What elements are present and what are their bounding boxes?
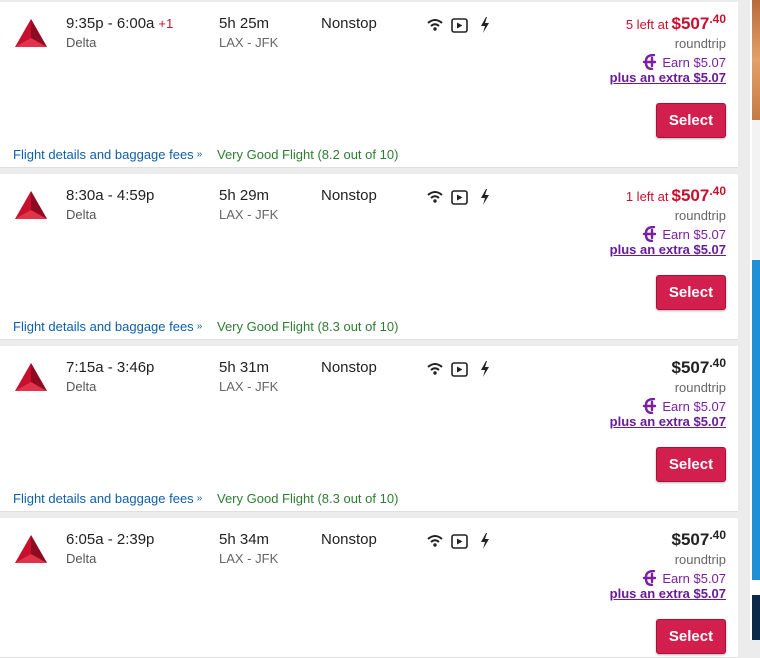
flight-times: 6:05a - 2:39p xyxy=(66,531,155,548)
trip-type: roundtrip xyxy=(674,208,726,223)
airline-name: Delta xyxy=(66,551,97,566)
price-amount: $507.40 xyxy=(671,356,726,377)
seats-left: 5 left at xyxy=(625,17,669,32)
rewards-earn: Earn $5.07 xyxy=(642,398,726,414)
price-amount: $507.40 xyxy=(671,528,726,549)
video-icon xyxy=(451,361,468,377)
wifi-icon xyxy=(426,189,443,205)
power-icon xyxy=(476,17,493,33)
rewards-extra-link[interactable]: plus an extra $5.07 xyxy=(610,414,726,429)
flight-card: 6:05a - 2:39p Delta 5h 34m LAX - JFK Non… xyxy=(0,518,738,658)
rewards-extra-link[interactable]: plus an extra $5.07 xyxy=(610,586,726,601)
seats-left: 1 left at xyxy=(625,189,669,204)
rewards-icon xyxy=(643,570,657,586)
amenities xyxy=(426,189,493,205)
side-ad-image xyxy=(752,0,760,120)
flight-route: LAX - JFK xyxy=(219,207,279,222)
flight-times: 8:30a - 4:59p xyxy=(66,187,155,204)
flight-times: 7:15a - 3:46p xyxy=(66,359,155,376)
select-button[interactable]: Select xyxy=(656,619,726,654)
price: $507.40 xyxy=(671,528,726,550)
flight-route: LAX - JFK xyxy=(219,379,279,394)
trip-type: roundtrip xyxy=(674,380,726,395)
price-amount: $507.40 xyxy=(671,184,726,205)
flight-duration: 5h 29m xyxy=(219,187,270,204)
rewards-extra-link[interactable]: plus an extra $5.07 xyxy=(610,242,726,257)
delta-logo-icon xyxy=(15,19,47,47)
flight-stops: Nonstop xyxy=(321,359,377,376)
rewards-earn: Earn $5.07 xyxy=(642,54,726,70)
rewards-extra-link[interactable]: plus an extra $5.07 xyxy=(610,70,726,85)
airline-name: Delta xyxy=(66,35,97,50)
flight-details-link[interactable]: Flight details and baggage fees» xyxy=(13,491,202,506)
flight-route: LAX - JFK xyxy=(219,35,279,50)
flight-duration: 5h 34m xyxy=(219,531,270,548)
select-button[interactable]: Select xyxy=(656,103,726,138)
chevron-down-icon: » xyxy=(196,493,203,504)
flight-details-link[interactable]: Flight details and baggage fees» xyxy=(13,319,202,334)
power-icon xyxy=(476,361,493,377)
flight-card: 8:30a - 4:59p Delta 5h 29m LAX - JFK Non… xyxy=(0,174,738,340)
select-button[interactable]: Select xyxy=(656,447,726,482)
airline-name: Delta xyxy=(66,379,97,394)
day-offset: +1 xyxy=(158,16,174,31)
amenities xyxy=(426,533,493,549)
flight-route: LAX - JFK xyxy=(219,551,279,566)
chevron-down-icon: » xyxy=(196,149,203,160)
delta-logo-icon xyxy=(15,363,47,391)
select-button[interactable]: Select xyxy=(656,275,726,310)
rewards-icon xyxy=(643,226,657,242)
flight-card: 7:15a - 3:46p Delta 5h 31m LAX - JFK Non… xyxy=(0,346,738,512)
rewards-earn: Earn $5.07 xyxy=(642,226,726,242)
flight-stops: Nonstop xyxy=(321,187,377,204)
flight-times: 9:35p - 6:00a +1 xyxy=(66,15,174,32)
flight-duration: 5h 25m xyxy=(219,15,270,32)
flight-card: 9:35p - 6:00a +1 Delta 5h 25m LAX - JFK N… xyxy=(0,2,738,168)
wifi-icon xyxy=(426,533,443,549)
flight-rating: Very Good Flight (8.2 out of 10) xyxy=(217,147,399,162)
trip-type: roundtrip xyxy=(674,552,726,567)
side-ad-banner[interactable] xyxy=(752,260,760,580)
flight-stops: Nonstop xyxy=(321,531,377,548)
power-icon xyxy=(476,533,493,549)
amenities xyxy=(426,361,493,377)
rewards-icon xyxy=(643,54,657,70)
chevron-down-icon: » xyxy=(196,321,203,332)
delta-logo-icon xyxy=(15,535,47,563)
airline-name: Delta xyxy=(66,207,97,222)
price: 1 left at $507.40 xyxy=(625,184,726,206)
rewards-icon xyxy=(643,398,657,414)
trip-type: roundtrip xyxy=(674,36,726,51)
amenities xyxy=(426,17,493,33)
flight-stops: Nonstop xyxy=(321,15,377,32)
wifi-icon xyxy=(426,361,443,377)
price-amount: $507.40 xyxy=(671,12,726,33)
video-icon xyxy=(451,17,468,33)
delta-logo-icon xyxy=(15,191,47,219)
flight-duration: 5h 31m xyxy=(219,359,270,376)
side-ad-footer xyxy=(752,595,760,640)
flight-rating: Very Good Flight (8.3 out of 10) xyxy=(217,319,399,334)
wifi-icon xyxy=(426,17,443,33)
side-ad-divider xyxy=(752,120,760,260)
rewards-earn: Earn $5.07 xyxy=(642,570,726,586)
flight-rating: Very Good Flight (8.3 out of 10) xyxy=(217,491,399,506)
video-icon xyxy=(451,189,468,205)
price: 5 left at $507.40 xyxy=(625,12,726,34)
price: $507.40 xyxy=(671,356,726,378)
flight-details-link[interactable]: Flight details and baggage fees» xyxy=(13,147,202,162)
video-icon xyxy=(451,533,468,549)
power-icon xyxy=(476,189,493,205)
